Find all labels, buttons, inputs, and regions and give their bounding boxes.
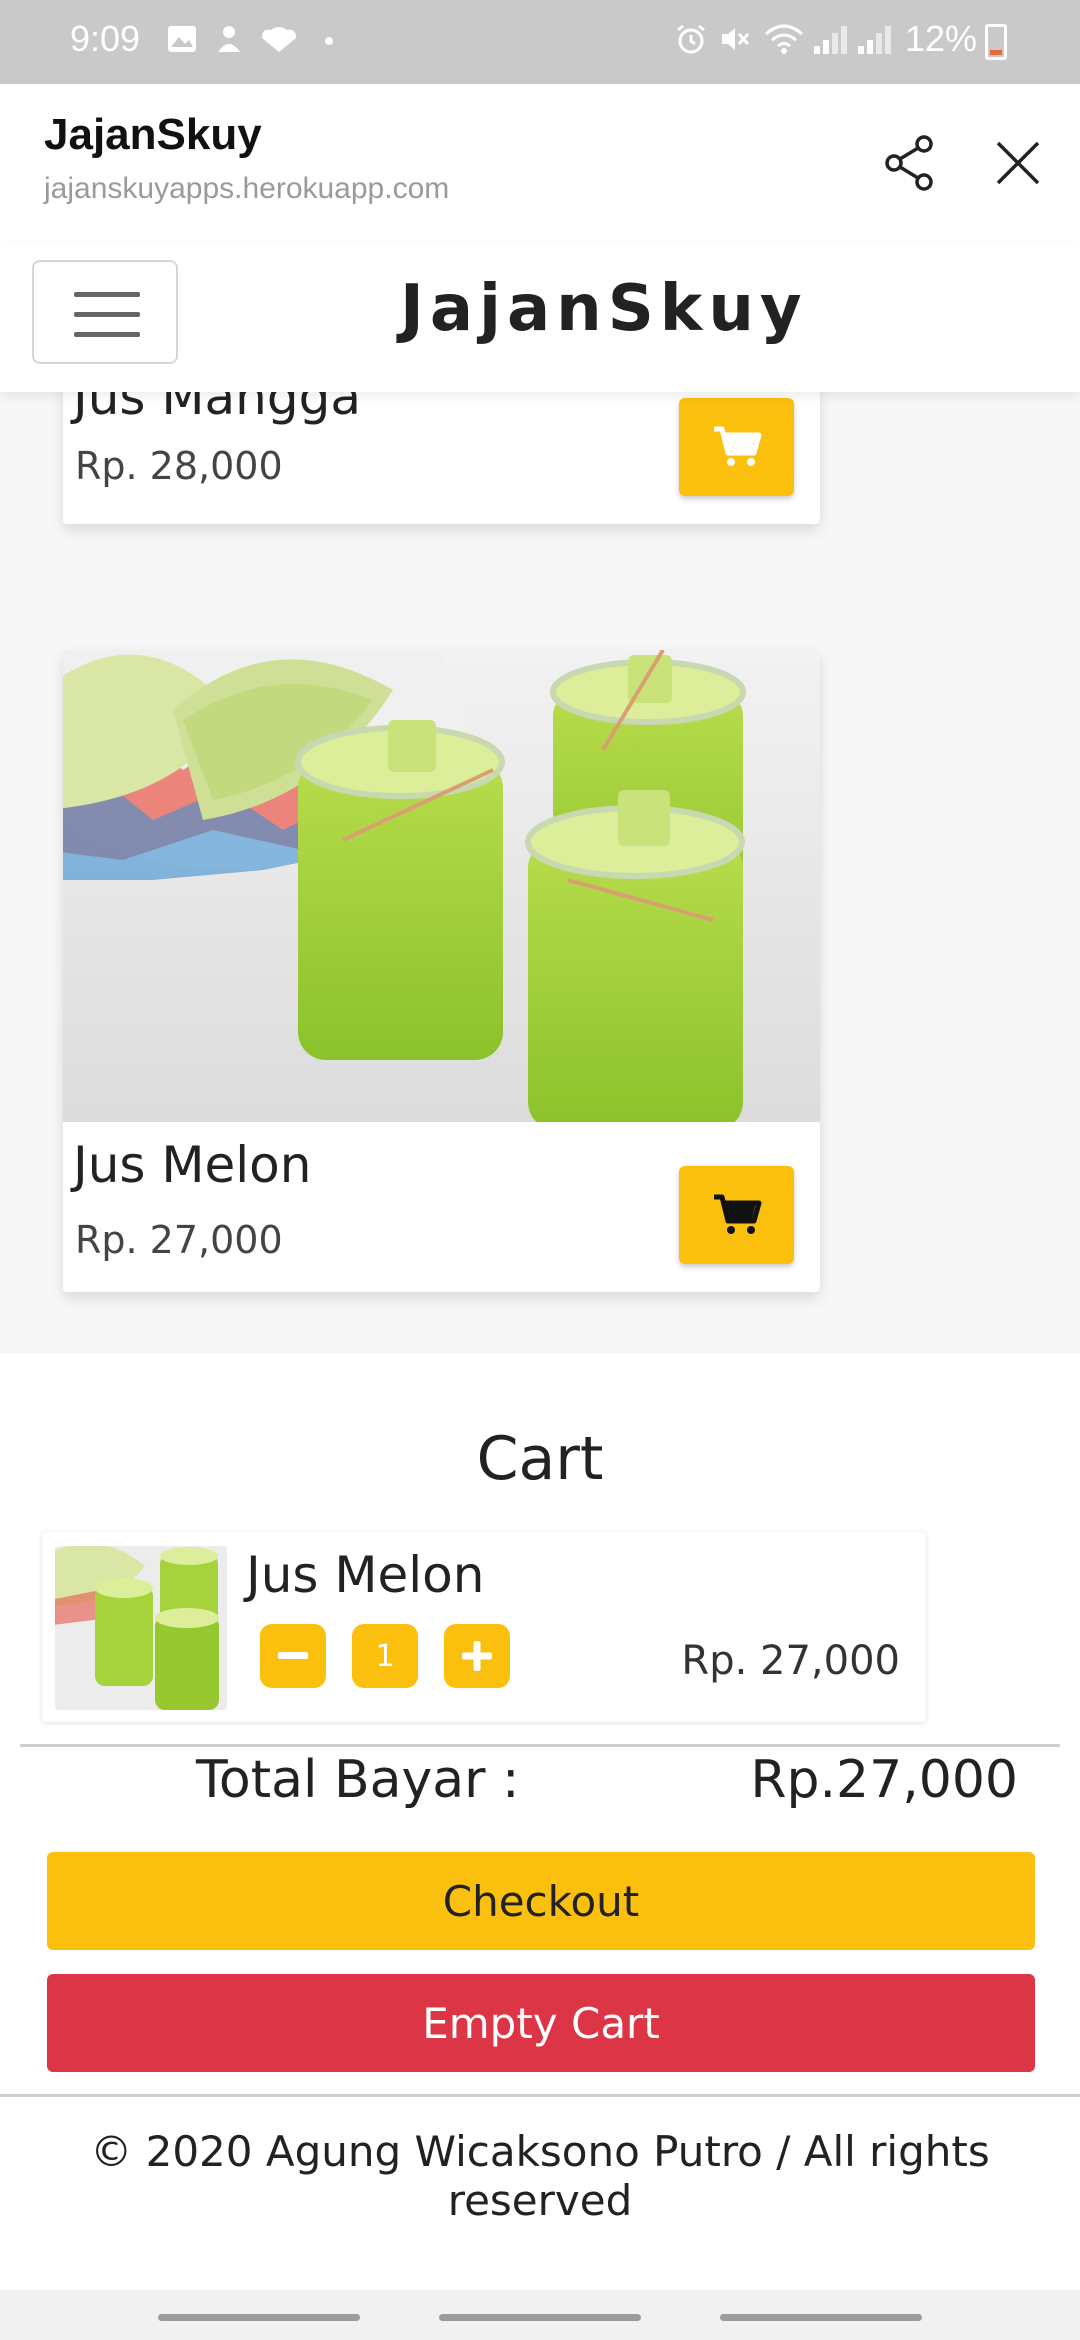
product-card: Jus Mangga Rp. 28,000: [63, 392, 820, 524]
menu-icon-line: [74, 332, 140, 337]
menu-toggle-button[interactable]: [32, 260, 178, 364]
shopping-cart-icon: [713, 426, 761, 466]
cart-item-price: Rp. 27,000: [681, 1638, 900, 1684]
decrease-quantity-button[interactable]: [260, 1624, 326, 1688]
wifi-icon: [765, 24, 803, 54]
add-to-cart-button[interactable]: [679, 1166, 794, 1264]
battery-icon: [985, 24, 1007, 60]
browser-tab-bar: JajanSkuy jajanskuyapps.herokuapp.com: [0, 84, 1080, 244]
total-value: Rp.27,000: [750, 1750, 1018, 1810]
menu-icon-line: [74, 292, 140, 297]
add-to-cart-button[interactable]: [679, 398, 794, 496]
notification-icon: [218, 26, 240, 52]
news-app-icon: [262, 27, 296, 52]
product-price: Rp. 28,000: [75, 444, 283, 488]
nav-recent-apps-button[interactable]: [158, 2314, 360, 2321]
menu-icon-line: [74, 312, 140, 317]
footer-copyright: © 2020 Agung Wicaksono Putro / All right…: [90, 2127, 990, 2225]
nav-home-button[interactable]: [439, 2314, 641, 2321]
tab-title: JajanSkuy: [44, 110, 262, 159]
signal-icon-2: [858, 26, 891, 54]
gallery-icon: [168, 26, 196, 52]
shopping-cart-icon: [713, 1194, 761, 1234]
minus-icon: [278, 1652, 308, 1659]
cart-item: Jus Melon 1 Rp. 27,000: [42, 1532, 926, 1722]
increase-quantity-button[interactable]: [444, 1624, 510, 1688]
mute-icon: [722, 28, 750, 50]
checkout-button[interactable]: Checkout: [47, 1852, 1035, 1950]
more-notifications-dot-icon: [325, 37, 333, 45]
battery-percentage: 12%: [905, 18, 978, 59]
share-button[interactable]: [880, 128, 940, 198]
product-price: Rp. 27,000: [75, 1218, 283, 1262]
share-icon: [885, 135, 933, 191]
footer: © 2020 Agung Wicaksono Putro / All right…: [0, 2094, 1080, 2294]
site-navbar: JajanSkuy: [0, 244, 1080, 392]
status-time: 9:09: [70, 18, 141, 59]
close-icon: [996, 141, 1040, 185]
cart-divider: [20, 1744, 1060, 1747]
cart-item-name: Jus Melon: [246, 1546, 485, 1604]
tab-url[interactable]: jajanskuyapps.herokuapp.com: [44, 172, 449, 206]
product-name: Jus Mangga: [73, 392, 361, 426]
site-brand[interactable]: JajanSkuy: [400, 272, 808, 346]
alarm-icon: [677, 24, 705, 54]
cart-heading: Cart: [476, 1424, 604, 1494]
plus-icon: [462, 1641, 492, 1671]
close-button[interactable]: [988, 128, 1048, 198]
system-navigation-bar: [0, 2290, 1080, 2340]
status-bar: 9:09 12%: [0, 0, 1080, 84]
product-image-melon-juice[interactable]: [63, 650, 820, 1122]
empty-cart-button[interactable]: Empty Cart: [47, 1974, 1035, 2072]
cart-item-thumbnail: [55, 1546, 227, 1710]
cart-section: Cart Jus Melon 1 Rp. 27,000 Total Bayar …: [0, 1354, 1080, 2094]
quantity-value: 1: [352, 1624, 418, 1688]
signal-icon-1: [814, 26, 847, 54]
product-name: Jus Melon: [73, 1136, 312, 1194]
nav-back-button[interactable]: [720, 2314, 922, 2321]
total-label: Total Bayar :: [196, 1750, 520, 1810]
product-list: Jus Mangga Rp. 28,000 Jus Melon Rp. 27,0…: [0, 392, 1080, 1354]
product-card: Jus Melon Rp. 27,000: [63, 650, 820, 1292]
